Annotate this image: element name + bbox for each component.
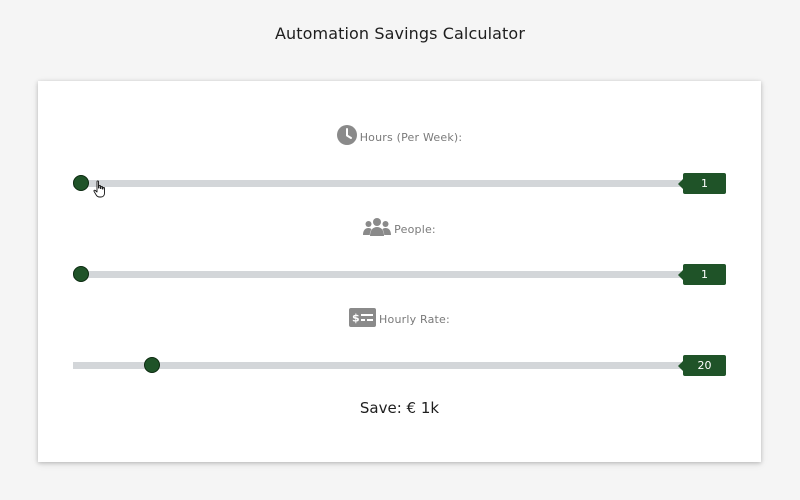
people-value-bubble: 1: [678, 264, 726, 285]
hourly-rate-value-bubble: 20: [678, 355, 726, 376]
hours-label: Hours (Per Week):: [359, 131, 463, 144]
hours-slider-thumb[interactable]: [73, 175, 89, 191]
people-slider-thumb[interactable]: [73, 266, 89, 282]
hourly-rate-label: Hourly Rate:: [379, 313, 450, 326]
hourly-rate-slider-track[interactable]: [73, 362, 681, 369]
hours-slider[interactable]: 1: [73, 172, 726, 196]
money-check-icon: $: [349, 308, 377, 327]
calculator-card: Hours (Per Week): 1 People: 1 $ Hourly R…: [38, 81, 761, 462]
hourly-rate-slider[interactable]: 20: [73, 354, 726, 378]
hand-cursor-icon: [93, 180, 107, 198]
hours-value-bubble: 1: [678, 173, 726, 194]
people-slider-track[interactable]: [73, 271, 681, 278]
hours-field-label: Hours (Per Week):: [38, 125, 761, 145]
svg-text:$: $: [352, 312, 360, 325]
savings-result: Save: € 1k: [359, 399, 440, 417]
hours-slider-track[interactable]: [73, 180, 681, 187]
people-icon: [363, 217, 392, 237]
page-title: Automation Savings Calculator: [274, 24, 526, 43]
people-field-label: People:: [38, 217, 761, 237]
clock-icon: [336, 125, 357, 145]
people-slider[interactable]: 1: [73, 263, 726, 287]
people-label: People:: [394, 223, 436, 236]
hourly-rate-field-label: $ Hourly Rate:: [38, 308, 761, 327]
hourly-rate-slider-thumb[interactable]: [144, 357, 160, 373]
